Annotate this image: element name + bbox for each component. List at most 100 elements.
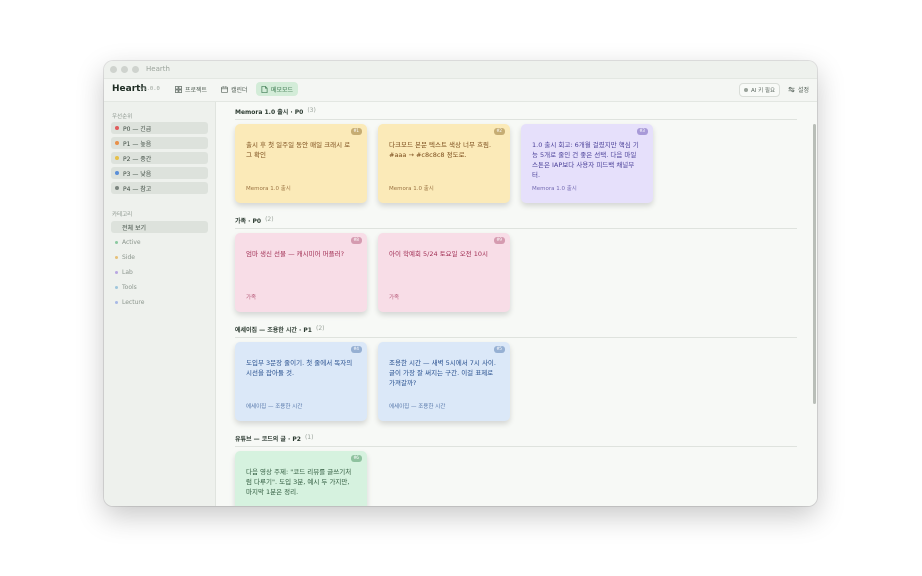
category-dot-icon — [115, 300, 118, 304]
nav-projects-label: 프로젝트 — [185, 86, 208, 94]
nav-calendar-label: 캘린더 — [231, 86, 248, 94]
section-header: 가족 · P0 (2) — [235, 216, 797, 229]
nav-memo-button[interactable]: 메모모드 — [256, 82, 299, 96]
priority-label: P3 — 낮음 — [123, 170, 152, 178]
nav-projects-button[interactable]: 프로젝트 — [170, 82, 212, 96]
memo-card[interactable]: #6 다음 영상 주제: "코드 리뷰를 글쓰기처럼 다루기". 도입 3분, … — [235, 451, 367, 506]
section-title: 유튜브 — 코드의 글 · P2 — [235, 436, 301, 443]
app-version: v1.0.0 — [140, 86, 160, 92]
maximize-window-button[interactable] — [132, 66, 139, 73]
priority-item-p2[interactable]: P2 — 중간 — [111, 152, 208, 164]
memo-card[interactable]: #2 다크모드 본문 텍스트 색상 너무 흐림. #aaa → #c8c8c8 … — [378, 124, 510, 203]
category-item-tools[interactable]: Tools — [111, 281, 208, 293]
section-count: (2) — [265, 216, 274, 223]
priority-label: P4 — 참고 — [123, 185, 152, 193]
settings-label: 설정 — [797, 86, 809, 94]
grid-icon — [175, 85, 182, 93]
memo-project-label: 가족 — [389, 295, 400, 301]
priority-item-p4[interactable]: P4 — 참고 — [111, 182, 208, 194]
nav-calendar-button[interactable]: 캘린더 — [216, 82, 253, 96]
priority-item-p1[interactable]: P1 — 높음 — [111, 137, 208, 149]
memo-project-label: Memora 1.0 출시 — [532, 186, 577, 192]
priority-dot-icon — [115, 141, 119, 145]
memo-id-badge: #4 — [350, 346, 362, 353]
category-item-active[interactable]: Active — [111, 236, 208, 248]
priority-heading: 우선순위 — [112, 114, 133, 120]
note-icon — [261, 85, 268, 93]
app-window: Hearth Hearth v1.0.0 프로젝트 캘린더 메모모드 AI 키 … — [104, 61, 817, 506]
memo-project-label: 에세이집 — 조용한 시간 — [246, 404, 303, 410]
category-all-label: 전체 보기 — [122, 224, 146, 232]
scrollbar[interactable] — [813, 124, 816, 404]
priority-item-p3[interactable]: P3 — 낮음 — [111, 167, 208, 179]
memo-id-badge: #8 — [350, 237, 362, 244]
memo-text: 도입부 3문장 줄이기. 첫 줄에서 독자의 시선을 잡아둘 것. — [246, 359, 353, 377]
toolbar: Hearth v1.0.0 프로젝트 캘린더 메모모드 AI 키 필요 설정 — [104, 79, 817, 102]
memo-card[interactable]: #3 1.0 출시 회고: 6개월 걸렸지만 핵심 기능 5개로 줄인 건 좋은… — [521, 124, 653, 203]
category-item-lecture[interactable]: Lecture — [111, 296, 208, 308]
status-dot-icon — [743, 88, 748, 92]
category-dot-icon — [115, 255, 118, 259]
section-title: Memora 1.0 출시 · P0 — [235, 109, 304, 116]
memo-text: 다크모드 본문 텍스트 색상 너무 흐림. #aaa → #c8c8c8 정도로… — [389, 141, 492, 159]
memo-card[interactable]: #1 출시 후 첫 일주일 동안 매일 크래시 로그 확인 Memora 1.0… — [235, 124, 367, 203]
memo-id-badge: #5 — [493, 346, 505, 353]
section-header: 유튜브 — 코드의 글 · P2 (1) — [235, 434, 797, 447]
category-item-lab[interactable]: Lab — [111, 266, 208, 278]
memo-text: 출시 후 첫 일주일 동안 매일 크래시 로그 확인 — [246, 141, 351, 159]
memo-card[interactable]: #4 도입부 3문장 줄이기. 첫 줄에서 독자의 시선을 잡아둘 것. 에세이… — [235, 342, 367, 421]
category-heading: 카테고리 — [112, 212, 133, 218]
category-item-all[interactable]: 전체 보기 — [111, 221, 208, 233]
category-dot-icon — [115, 240, 118, 244]
sidebar: 우선순위 P0 — 긴급 P1 — 높음 P2 — 중간 P3 — 낮음 P4 … — [104, 102, 216, 506]
category-label: Tools — [122, 283, 137, 291]
minimize-window-button[interactable] — [121, 66, 128, 73]
section-count: (1) — [304, 434, 314, 441]
memo-id-badge: #9 — [493, 237, 505, 244]
category-dot-icon — [115, 285, 118, 289]
ai-key-button[interactable]: AI 키 필요 — [738, 83, 780, 97]
memo-text: 다음 영상 주제: "코드 리뷰를 글쓰기처럼 다루기". 도입 3분, 예시 … — [246, 468, 352, 496]
memo-id-badge: #3 — [636, 128, 648, 135]
memo-id-badge: #1 — [350, 128, 362, 135]
memo-project-label: Memora 1.0 출시 — [246, 186, 291, 192]
memo-text: 아이 학예회 5/24 토요일 오전 10시 — [389, 250, 488, 258]
memo-card[interactable]: #5 조용한 시간 — 새벽 5시에서 7시 사이. 글이 가장 잘 써지는 구… — [378, 342, 510, 421]
section-count: (3) — [307, 107, 316, 114]
category-label: Lecture — [122, 298, 145, 306]
memo-project-label: Memora 1.0 출시 — [389, 186, 434, 192]
ai-key-label: AI 키 필요 — [750, 88, 775, 94]
memo-board: Memora 1.0 출시 · P0 (3) #1 출시 후 첫 일주일 동안 … — [216, 102, 817, 506]
memo-text: 1.0 출시 회고: 6개월 걸렸지만 핵심 기능 5개로 줄인 건 좋은 선택… — [532, 141, 639, 179]
category-item-side[interactable]: Side — [111, 251, 208, 263]
sliders-icon — [788, 86, 795, 92]
priority-label: P1 — 높음 — [123, 140, 152, 148]
category-label: Lab — [122, 268, 133, 276]
category-dot-icon — [115, 270, 118, 274]
category-label: Active — [122, 238, 141, 246]
nav-memo-label: 메모모드 — [271, 86, 294, 94]
priority-dot-icon — [115, 186, 119, 190]
title-bar: Hearth — [104, 61, 817, 79]
memo-text: 엄마 생신 선물 — 캐시미어 머플러? — [246, 250, 345, 258]
memo-project-label: 에세이집 — 조용한 시간 — [389, 404, 446, 410]
section-count: (2) — [315, 325, 325, 332]
priority-dot-icon — [115, 126, 119, 130]
priority-item-p0[interactable]: P0 — 긴급 — [111, 122, 208, 134]
section-header: 에세이집 — 조용한 시간 · P1 (2) — [235, 325, 797, 338]
section-header: Memora 1.0 출시 · P0 (3) — [235, 107, 797, 120]
section-title: 에세이집 — 조용한 시간 · P1 — [235, 327, 312, 334]
memo-card[interactable]: #9 아이 학예회 5/24 토요일 오전 10시 가족 — [378, 233, 510, 312]
close-window-button[interactable] — [110, 66, 117, 73]
priority-label: P0 — 긴급 — [123, 125, 152, 133]
memo-text: 조용한 시간 — 새벽 5시에서 7시 사이. 글이 가장 잘 써지는 구간. … — [389, 359, 496, 387]
priority-label: P2 — 중간 — [123, 155, 152, 163]
settings-button[interactable]: 설정 — [788, 83, 809, 95]
priority-dot-icon — [115, 171, 119, 175]
memo-id-badge: #2 — [493, 128, 505, 135]
window-title: Hearth — [146, 65, 170, 73]
memo-id-badge: #6 — [350, 455, 362, 462]
memo-card[interactable]: #8 엄마 생신 선물 — 캐시미어 머플러? 가족 — [235, 233, 367, 312]
section-title: 가족 · P0 — [235, 218, 262, 225]
calendar-icon — [221, 85, 228, 93]
